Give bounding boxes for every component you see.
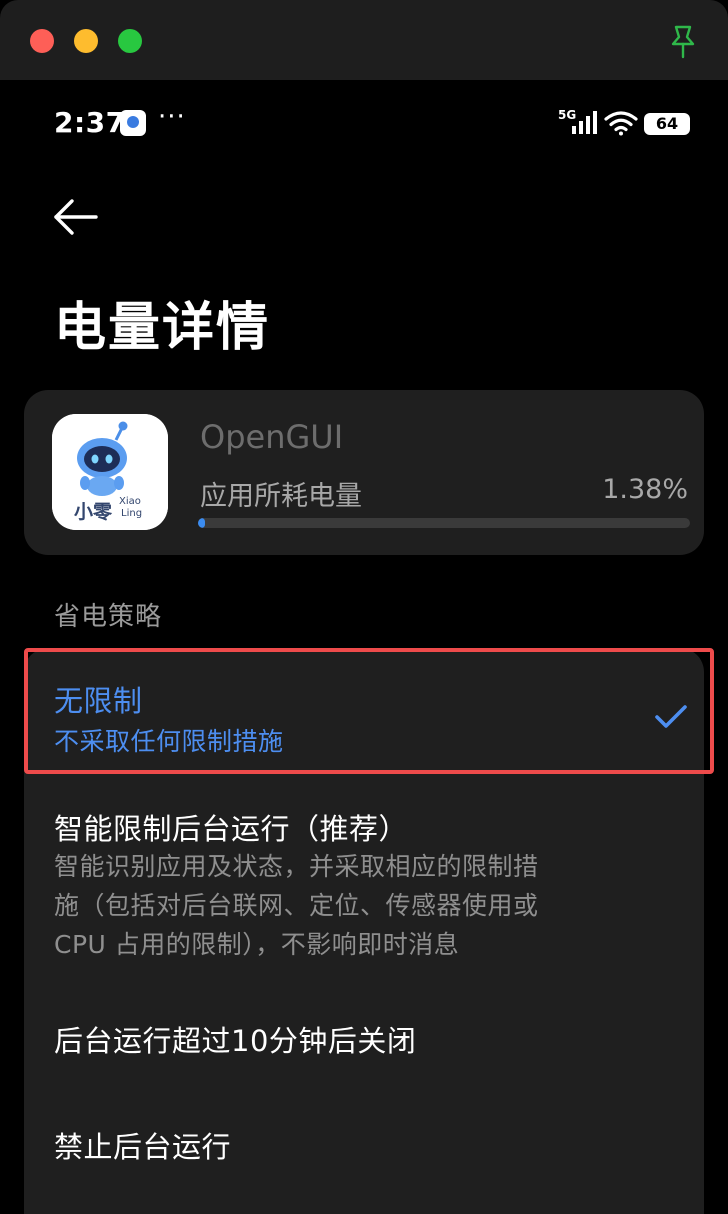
phone-screen: 2:37 ··· 5G 64 电量详情 小零 Xiao Ling OpenGUI… [0, 80, 728, 1214]
notification-app-icon [120, 110, 146, 136]
option-title: 后台运行超过10分钟后关闭 [54, 1024, 417, 1058]
wifi-icon [604, 111, 638, 136]
battery-usage-value: 1.38% [602, 474, 688, 505]
section-label-power-policy: 省电策略 [54, 602, 163, 632]
pin-icon[interactable] [668, 24, 698, 60]
battery-icon: 64 [644, 113, 690, 135]
more-notifications-icon: ··· [158, 102, 186, 132]
icon-text-en-1: Xiao [119, 496, 141, 507]
battery-usage-bar-fill [198, 518, 205, 528]
app-name: OpenGUI [200, 418, 344, 456]
checkmark-icon [655, 705, 687, 728]
close-window-button[interactable] [30, 29, 54, 53]
icon-text-cn: 小零 [74, 501, 113, 523]
option-smart-restrict[interactable]: 智能限制后台运行（推荐） 智能识别应用及状态，并采取相应的限制措 施（包括对后台… [24, 772, 704, 982]
battery-usage-label: 应用所耗电量 [200, 481, 362, 512]
icon-text-en-2: Ling [121, 508, 142, 519]
signal-icon [572, 111, 597, 134]
option-forbid-background[interactable]: 禁止后台运行 [24, 1088, 704, 1214]
selected-option-highlight [24, 648, 714, 774]
option-description-line-2: 施（包括对后台联网、定位、传感器使用或 [54, 891, 539, 920]
option-title: 禁止后台运行 [54, 1130, 232, 1164]
robot-mascot-icon: 小零 Xiao Ling [52, 414, 168, 530]
battery-usage-bar [198, 518, 690, 528]
option-description-line-3: CPU 占用的限制），不影响即时消息 [54, 930, 460, 959]
page-title: 电量详情 [54, 298, 271, 358]
app-battery-card: 小零 Xiao Ling OpenGUI 应用所耗电量 1.38% [24, 390, 704, 555]
zoom-window-button[interactable] [118, 29, 142, 53]
option-description-line-1: 智能识别应用及状态，并采取相应的限制措 [54, 852, 539, 881]
option-title: 智能限制后台运行（推荐） [54, 812, 409, 846]
opengui-app-icon: 小零 Xiao Ling [52, 414, 168, 530]
back-arrow-icon[interactable] [50, 194, 100, 240]
option-close-after-10min[interactable]: 后台运行超过10分钟后关闭 [24, 982, 704, 1088]
status-time: 2:37 [54, 106, 126, 139]
window-title-bar [0, 0, 728, 80]
status-bar: 2:37 ··· 5G 64 [0, 80, 728, 170]
minimize-window-button[interactable] [74, 29, 98, 53]
